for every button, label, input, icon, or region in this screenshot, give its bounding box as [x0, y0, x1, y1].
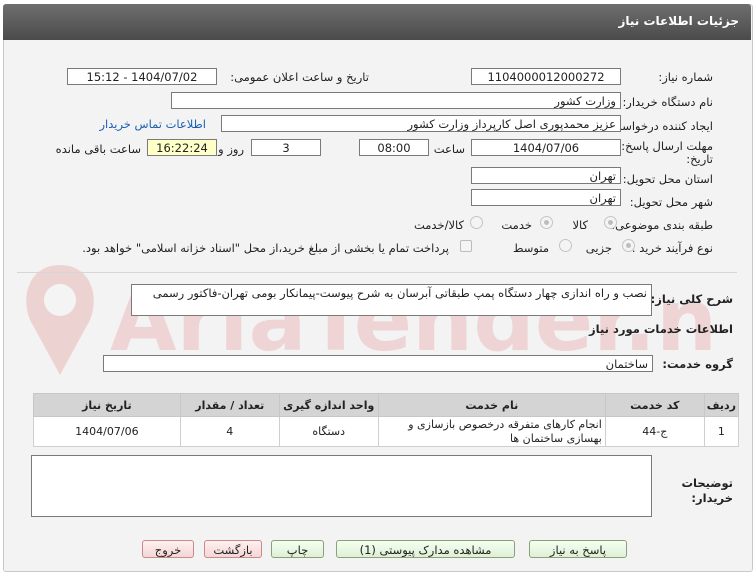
reply-to-need-button[interactable]: پاسخ به نیاز [529, 540, 627, 558]
creator-field: عزیز محمدپوری اصل کارپرداز وزارت کشور [221, 115, 621, 132]
column-header-service-name: نام خدمت [377, 393, 606, 417]
buyer-notes-textarea[interactable] [31, 455, 652, 517]
need-number-field: 1104000012000272 [471, 68, 621, 85]
deadline-time-field: 08:00 [359, 139, 429, 156]
cell-row-number: 1 [703, 416, 740, 447]
services-table: ردیف کد خدمت نام خدمت واحد اندازه گیری ت… [33, 393, 740, 447]
column-header-unit: واحد اندازه گیری [278, 393, 379, 417]
summary-textarea[interactable]: نصب و راه اندازی چهار دستگاه پمپ طبقاتی … [131, 284, 652, 316]
city-field: تهران [471, 189, 621, 206]
category-radio-service[interactable] [540, 216, 553, 229]
column-header-quantity: تعداد / مقدار [179, 393, 280, 417]
service-group-field: ساختمان [103, 355, 653, 372]
column-header-need-date: تاریخ نیاز [33, 393, 181, 417]
contact-buyer-link[interactable]: اطلاعات تماس خریدار [99, 117, 206, 131]
summary-label: شرح کلی نیاز: [650, 292, 733, 306]
service-group-label: گروه خدمت: [662, 357, 733, 371]
remaining-label: ساعت باقی مانده [55, 142, 141, 156]
announce-label: تاریخ و ساعت اعلان عمومی: [230, 70, 369, 84]
back-button[interactable]: بازگشت [204, 540, 262, 558]
province-label: استان محل تحویل: [622, 172, 713, 186]
column-header-row-number: ردیف [703, 393, 740, 417]
divider [17, 272, 737, 273]
need-number-label: شماره نیاز: [658, 70, 713, 84]
purchase-radio-minor[interactable] [622, 239, 635, 252]
cell-unit: دستگاه [278, 416, 379, 447]
buyer-field: وزارت کشور [171, 92, 621, 109]
services-section-title: اطلاعات خدمات مورد نیاز [589, 322, 733, 336]
purchase-option-minor: جزیی [585, 241, 612, 255]
remaining-time-field: 16:22:24 [147, 139, 217, 156]
announce-datetime-field: 1404/07/02 - 15:12 [67, 68, 217, 85]
cell-need-date: 1404/07/06 [33, 416, 181, 447]
category-option-goods-service: کالا/خدمت [413, 218, 464, 232]
category-option-service: خدمت [501, 218, 532, 232]
treasury-payment-note: پرداخت تمام یا بخشی از مبلغ خرید،از محل … [82, 241, 449, 255]
deadline-time-label: ساعت [433, 142, 465, 156]
category-label: طبقه بندی موضوعی: [611, 218, 713, 232]
purchase-radio-medium[interactable] [559, 239, 572, 252]
category-radio-goods[interactable] [604, 216, 617, 229]
category-radio-goods-service[interactable] [470, 216, 483, 229]
cell-service-name: انجام کارهای متفرقه درخصوص بازسازی و بهس… [377, 416, 606, 447]
column-header-service-code: کد خدمت [604, 393, 705, 417]
exit-button[interactable]: خروج [142, 540, 194, 558]
deadline-label: مهلت ارسال پاسخ: تا [610, 139, 713, 153]
cell-service-code: ج-44 [604, 416, 705, 447]
city-label: شهر محل تحویل: [629, 195, 713, 209]
buyer-notes-label-2: خریدار: [691, 491, 733, 505]
table-header-row: ردیف کد خدمت نام خدمت واحد اندازه گیری ت… [33, 393, 740, 417]
deadline-date-label: تاریخ: [686, 152, 713, 166]
print-button[interactable]: چاپ [271, 540, 324, 558]
view-attachments-button[interactable]: مشاهده مدارک پیوستی (1) [336, 540, 515, 558]
province-field: تهران [471, 167, 621, 184]
cell-quantity: 4 [179, 416, 280, 447]
buyer-notes-label: توضیحات [681, 476, 734, 490]
window-title: جزئیات اطلاعات نیاز [618, 14, 739, 28]
purchase-option-medium: متوسط [512, 241, 549, 255]
title-bar: جزئیات اطلاعات نیاز [3, 4, 751, 40]
deadline-date-field: 1404/07/06 [471, 139, 621, 156]
category-option-goods: کالا [572, 218, 588, 232]
days-label: روز و [218, 142, 244, 156]
table-row: 1 ج-44 انجام کارهای متفرقه درخصوص بازساز… [33, 416, 740, 447]
creator-label: ایجاد کننده درخواست: [607, 119, 713, 133]
purchase-type-label: نوع فرآیند خرید : [631, 241, 713, 255]
treasury-payment-checkbox[interactable] [460, 240, 472, 252]
days-remaining-field: 3 [251, 139, 321, 156]
buyer-label: نام دستگاه خریدار: [622, 95, 713, 109]
